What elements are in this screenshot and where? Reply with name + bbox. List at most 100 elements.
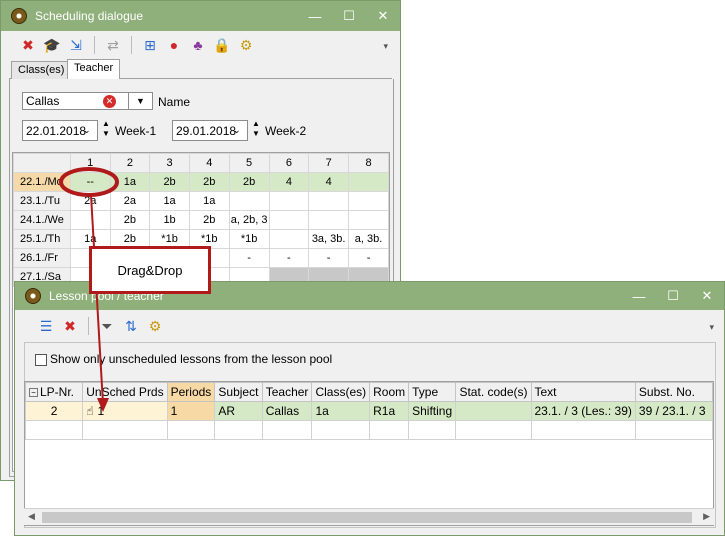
lesson-cell[interactable]: 3a, 3b. — [308, 229, 350, 249]
clear-icon[interactable]: ✕ — [103, 95, 116, 108]
period-header: 3 — [149, 153, 190, 173]
lesson-cell[interactable]: 2a — [69, 191, 111, 211]
lesson-cell[interactable]: *1b — [228, 229, 270, 249]
list-icon[interactable]: ☰ — [37, 317, 55, 335]
week2-dropdown-icon[interactable]: ⌄ — [233, 125, 241, 136]
sort-icon[interactable]: ⇅ — [122, 317, 140, 335]
close-button[interactable]: ✕ — [690, 288, 724, 304]
lesson-cell[interactable]: 2b — [188, 210, 230, 230]
lesson-cell[interactable]: -- — [69, 172, 111, 192]
lesson-cell[interactable] — [69, 210, 111, 230]
week2-label: Week-2 — [265, 124, 307, 138]
scrollbar-thumb[interactable] — [42, 512, 692, 523]
lesson-cell[interactable]: - — [308, 248, 350, 268]
lesson-cell[interactable] — [228, 191, 270, 211]
gear-icon[interactable]: ⚙ — [146, 317, 164, 335]
empty-cell — [369, 420, 410, 440]
lesson-cell[interactable]: a, 3b. — [348, 229, 389, 249]
cell-unsched: ☝ 1 — [82, 401, 168, 421]
scheduling-titlebar[interactable]: Scheduling dialogue — ☐ ✕ — [1, 1, 400, 31]
lesson-cell[interactable]: 2b — [188, 172, 230, 192]
empty-cell — [82, 420, 168, 440]
collapse-icon[interactable]: − — [29, 388, 38, 398]
week2-spin-icon[interactable]: ▲ ▼ — [252, 119, 260, 139]
tab-teacher[interactable]: Teacher — [67, 59, 121, 80]
column-header-room[interactable]: Room — [369, 382, 410, 402]
lesson-cell[interactable] — [268, 229, 310, 249]
day-row: 23.1./Tu 2a 2a 1a 1a — [13, 191, 389, 211]
tab-strip: Class(es) Teacher — [9, 59, 392, 80]
lesson-cell[interactable] — [348, 172, 389, 192]
lesson-cell[interactable] — [268, 191, 310, 211]
teacher-hat-icon[interactable]: 🎓 — [43, 36, 61, 54]
lesson-cell[interactable]: 1a — [109, 172, 151, 192]
toolbar-overflow-icon[interactable]: ▾ — [709, 322, 714, 333]
minimize-button[interactable]: — — [622, 289, 656, 304]
lesson-cell[interactable]: 2b — [109, 210, 151, 230]
delete-icon[interactable]: ✖ — [19, 36, 37, 54]
column-header-subst-no[interactable]: Subst. No. — [634, 382, 713, 402]
column-header-classes[interactable]: Class(es) — [311, 382, 371, 402]
lesson-pool-grid[interactable]: − LP-Nr. UnSched Prds Periods Subject Tea… — [24, 381, 714, 526]
lesson-cell[interactable] — [268, 210, 310, 230]
delete-icon[interactable]: ✖ — [61, 317, 79, 335]
lesson-cell[interactable]: 1a — [149, 191, 190, 211]
column-header-unsched[interactable]: UnSched Prds — [82, 382, 168, 402]
lesson-cell[interactable]: 2b — [228, 172, 270, 192]
toolbar-separator — [94, 36, 95, 54]
table-row[interactable]: 2 ☝ 1 1 AR Callas 1a R1a Shifting 23.1. /… — [25, 401, 713, 421]
column-header-teacher[interactable]: Teacher — [261, 382, 313, 402]
week1-date: 22.01.2018 — [26, 124, 87, 138]
column-header-periods[interactable]: Periods — [166, 382, 216, 402]
close-button[interactable]: ✕ — [366, 8, 400, 24]
column-header-text[interactable]: Text — [530, 382, 636, 402]
drag-hand-icon[interactable]: ☝ — [86, 404, 93, 418]
chevron-down-icon[interactable]: ▼ — [128, 93, 152, 109]
lesson-cell[interactable]: 4 — [268, 172, 310, 192]
table-row[interactable] — [25, 420, 713, 440]
lesson-cell[interactable] — [308, 191, 350, 211]
lesson-cell[interactable]: 1b — [149, 210, 190, 230]
column-header-lp-nr[interactable]: − LP-Nr. — [25, 382, 84, 402]
scroll-left-icon[interactable]: ◀ — [28, 511, 35, 522]
week1-spin-icon[interactable]: ▲ ▼ — [102, 119, 110, 139]
grid-plus-icon[interactable]: ⊞ — [141, 36, 159, 54]
lesson-cell[interactable]: 2b — [149, 172, 190, 192]
lesson-cell[interactable]: - — [268, 248, 310, 268]
week1-dropdown-icon[interactable]: ⌄ — [83, 125, 91, 136]
lesson-cell[interactable]: 1a — [188, 191, 230, 211]
horizontal-scrollbar[interactable]: ◀ ▶ — [24, 508, 714, 525]
lesson-cell[interactable]: - — [228, 248, 270, 268]
name-label: Name — [158, 95, 191, 109]
swap-icon[interactable]: ⇄ — [104, 36, 122, 54]
lesson-cell[interactable] — [308, 210, 350, 230]
cell-stat-codes — [455, 401, 532, 421]
empty-cell — [261, 420, 313, 440]
maximize-button[interactable]: ☐ — [656, 288, 690, 304]
column-header-stat-codes[interactable]: Stat. code(s) — [455, 382, 532, 402]
cluster-icon[interactable]: ♣ — [189, 36, 207, 54]
toolbar-separator — [131, 36, 132, 54]
callout-text: Drag&Drop — [117, 262, 183, 278]
period-header: 4 — [188, 153, 230, 173]
lesson-cell[interactable] — [348, 191, 389, 211]
lesson-cell[interactable] — [348, 210, 389, 230]
lesson-cell[interactable]: - — [348, 248, 389, 268]
filter-icon[interactable]: ⏷ — [98, 317, 116, 335]
week2-date: 29.01.2018 — [176, 124, 237, 138]
unscheduled-only-checkbox[interactable] — [35, 354, 47, 366]
minimize-button[interactable]: — — [298, 9, 332, 24]
column-header-subject[interactable]: Subject — [214, 382, 263, 402]
gear-icon[interactable]: ⚙ — [237, 36, 255, 54]
scroll-right-icon[interactable]: ▶ — [703, 511, 710, 522]
lesson-cell[interactable]: a, 2b, 3 — [228, 210, 270, 230]
toolbar-overflow-icon[interactable]: ▾ — [383, 41, 388, 52]
tab-classes[interactable]: Class(es) — [11, 61, 72, 79]
lock-icon[interactable]: 🔒 — [213, 36, 231, 54]
lesson-cell[interactable]: 2a — [109, 191, 151, 211]
export-icon[interactable]: ⇲ — [67, 36, 85, 54]
pin-icon[interactable]: ● — [165, 36, 183, 54]
column-header-type[interactable]: Type — [408, 382, 457, 402]
lesson-cell[interactable]: 4 — [308, 172, 350, 192]
maximize-button[interactable]: ☐ — [332, 8, 366, 24]
